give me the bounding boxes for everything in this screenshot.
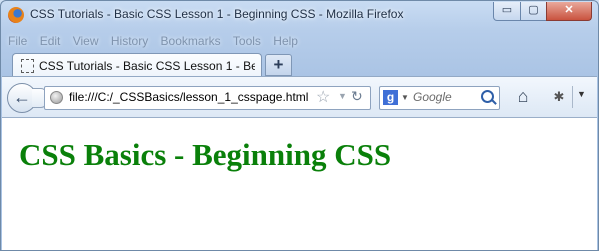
globe-icon xyxy=(50,91,63,104)
addon-icon[interactable]: ✱ xyxy=(549,87,569,107)
search-bar: g ▼ xyxy=(379,86,500,110)
reload-icon[interactable]: ↻ xyxy=(351,88,363,105)
page-icon xyxy=(21,59,34,73)
home-button[interactable]: ⌂ xyxy=(513,86,533,106)
search-icon[interactable] xyxy=(481,90,494,103)
engine-dropdown-icon[interactable]: ▼ xyxy=(401,93,409,102)
window-title: CSS Tutorials - Basic CSS Lesson 1 - Beg… xyxy=(30,7,404,21)
menu-bar: File Edit View History Bookmarks Tools H… xyxy=(8,34,307,50)
menu-file[interactable]: File xyxy=(8,34,27,48)
tab-title: CSS Tutorials - Basic CSS Lesson 1 - Beg… xyxy=(39,59,255,73)
title-bar[interactable]: CSS Tutorials - Basic CSS Lesson 1 - Beg… xyxy=(1,1,598,29)
menu-history[interactable]: History xyxy=(111,34,148,48)
search-input[interactable] xyxy=(413,89,477,105)
toolbar-divider xyxy=(572,86,573,108)
new-tab-button[interactable]: + xyxy=(265,54,292,76)
url-text[interactable]: file:///C:/_CSSBasics/lesson_1_csspage.h… xyxy=(69,90,308,104)
bookmark-star-icon[interactable]: ☆ xyxy=(316,87,330,107)
browser-window: CSS Tutorials - Basic CSS Lesson 1 - Beg… xyxy=(0,0,599,251)
menu-view[interactable]: View xyxy=(73,34,99,48)
tab-css-tutorials[interactable]: CSS Tutorials - Basic CSS Lesson 1 - Beg… xyxy=(12,53,262,77)
menu-help[interactable]: Help xyxy=(273,34,298,48)
maximize-button[interactable]: ▢ xyxy=(520,2,547,21)
firefox-logo-icon xyxy=(8,7,24,23)
minimize-button[interactable]: ▭ xyxy=(493,2,521,21)
address-bar[interactable]: file:///C:/_CSSBasics/lesson_1_csspage.h… xyxy=(44,86,371,110)
page-content: CSS Basics - Beginning CSS xyxy=(2,118,597,250)
navigation-toolbar: ← file:///C:/_CSSBasics/lesson_1_csspage… xyxy=(2,76,597,118)
google-engine-icon[interactable]: g xyxy=(383,90,398,105)
menu-bookmarks[interactable]: Bookmarks xyxy=(161,34,221,48)
history-dropdown-icon[interactable]: ▼ xyxy=(338,91,347,101)
menu-tools[interactable]: Tools xyxy=(233,34,261,48)
menu-edit[interactable]: Edit xyxy=(40,34,61,48)
close-button[interactable]: ✕ xyxy=(546,2,592,21)
toolbar-menu-arrow-icon[interactable]: ▼ xyxy=(577,89,586,99)
page-heading: CSS Basics - Beginning CSS xyxy=(19,137,392,172)
